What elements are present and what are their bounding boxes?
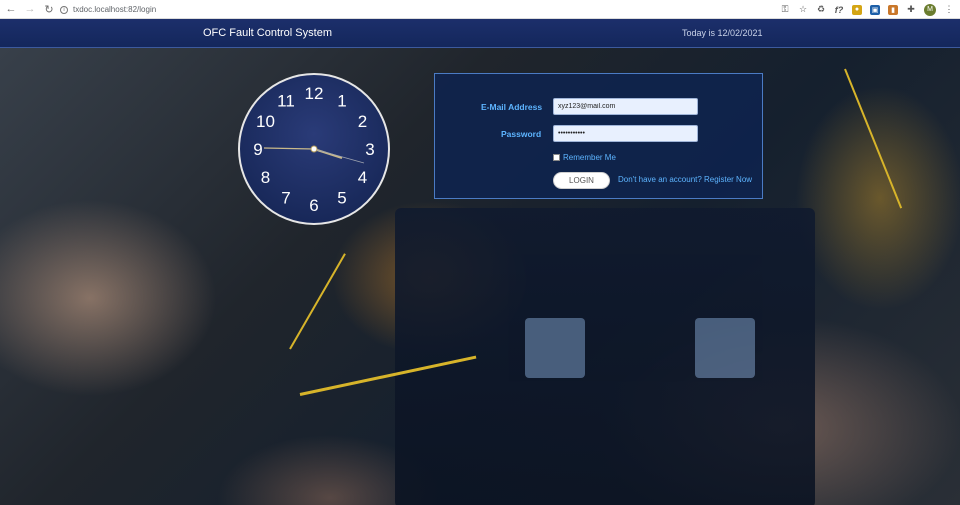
- login-panel: E-Mail Address Password Remember Me LOGI…: [434, 73, 763, 199]
- clock-number-11: 11: [277, 92, 295, 111]
- analog-clock: 12 1 2 3 4 5 6 7 8 9 10 11: [238, 73, 390, 225]
- minute-hand: [263, 147, 315, 150]
- remember-label: Remember Me: [563, 153, 616, 162]
- clock-number-5: 5: [337, 188, 346, 207]
- recycle-icon[interactable]: ♻: [816, 4, 826, 15]
- remember-checkbox[interactable]: [553, 154, 560, 161]
- fusion-splicer-image: [395, 208, 815, 505]
- clock-number-8: 8: [261, 168, 270, 187]
- clock-face: 12 12 3 45678 9 1011: [253, 84, 374, 215]
- forward-arrow-icon[interactable]: →: [22, 1, 38, 17]
- clock-number-6: 6: [309, 196, 318, 215]
- key-icon[interactable]: ⚿: [780, 4, 790, 15]
- star-icon[interactable]: ☆: [798, 4, 808, 15]
- device-clamp-right: [695, 318, 755, 378]
- fiber-cable: [289, 253, 346, 350]
- clock-center: [310, 145, 318, 153]
- login-button[interactable]: LOGIN: [553, 172, 610, 189]
- app-header: OFC Fault Control System Today is 12/02/…: [0, 19, 960, 48]
- menu-dots-icon[interactable]: ⋮: [944, 4, 954, 15]
- clock-number-10: 10: [256, 112, 275, 131]
- email-field[interactable]: [553, 98, 698, 115]
- clock-number-9: 9: [253, 140, 262, 159]
- avatar[interactable]: M: [924, 3, 936, 16]
- email-label: E-Mail Address: [481, 102, 543, 112]
- clock-number-4: 4: [358, 168, 367, 187]
- clock-number-7: 7: [281, 188, 290, 207]
- date-display: Today is 12/02/2021: [682, 28, 763, 38]
- password-field[interactable]: [553, 125, 698, 142]
- clock-number-12: 12: [305, 84, 324, 103]
- reload-icon[interactable]: ↻: [41, 1, 57, 17]
- password-label: Password: [501, 129, 542, 139]
- fiber-cable: [844, 68, 903, 209]
- remember-me[interactable]: Remember Me: [553, 153, 616, 162]
- second-hand: [313, 148, 365, 164]
- device-clamp-left: [525, 318, 585, 378]
- clock-number-1: 1: [337, 92, 346, 111]
- clock-number-2: 2: [358, 112, 367, 131]
- puzzle-icon[interactable]: ✚: [906, 4, 916, 15]
- address-bar[interactable]: i txdoc.localhost:82/login: [60, 2, 156, 17]
- register-link[interactable]: Don't have an account? Register Now: [618, 175, 752, 184]
- back-arrow-icon[interactable]: ←: [3, 1, 19, 17]
- extension-yellow-icon[interactable]: ●: [852, 4, 862, 15]
- app-title: OFC Fault Control System: [203, 27, 332, 39]
- extension-icons: ⚿ ☆ ♻ f? ● ▣ ▮ ✚ M ⋮: [780, 2, 954, 17]
- extension-orange-icon[interactable]: ▮: [888, 4, 898, 15]
- clock-number-3: 3: [365, 140, 374, 159]
- info-icon[interactable]: i: [60, 5, 68, 14]
- browser-toolbar: ← → ↻ i txdoc.localhost:82/login ⚿ ☆ ♻ f…: [0, 0, 960, 19]
- extension-blue-icon[interactable]: ▣: [870, 4, 880, 15]
- url-text: txdoc.localhost:82/login: [73, 5, 157, 14]
- function-icon[interactable]: f?: [834, 5, 844, 15]
